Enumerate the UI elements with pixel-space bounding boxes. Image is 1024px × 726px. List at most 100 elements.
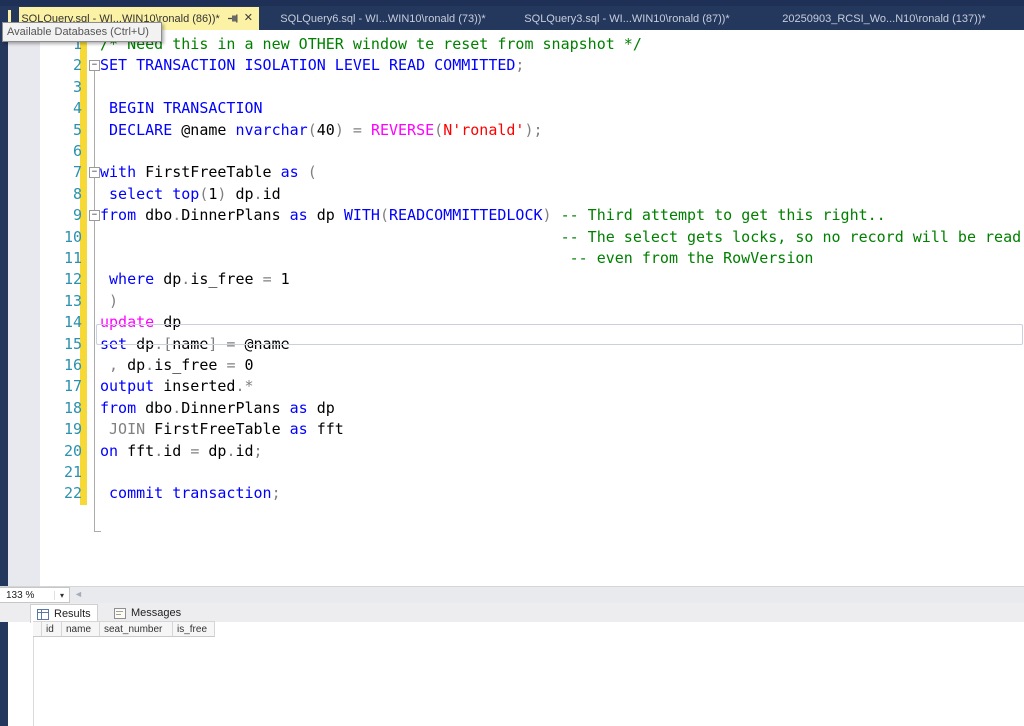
tab-messages[interactable]: Messages — [108, 604, 187, 622]
code-line[interactable]: 10 -- The select gets locks, so no recor… — [8, 227, 1024, 248]
token-num: 40 — [317, 121, 335, 139]
close-icon[interactable]: ✕ — [244, 13, 253, 24]
token-id: inserted — [154, 377, 235, 395]
code-line[interactable]: 20on fft.id = dp.id; — [8, 441, 1024, 462]
grid-column-header-name[interactable]: name — [62, 621, 100, 637]
token-kw: select — [109, 185, 163, 203]
token-op: ; — [515, 56, 524, 74]
fold-collapse-icon[interactable]: − — [89, 167, 100, 178]
code-text: select top(1) dp.id — [100, 184, 281, 205]
outline-region-end-tick — [94, 531, 101, 532]
line-number: 15 — [38, 334, 82, 355]
code-line[interactable]: 7−with FirstFreeTable as ( — [8, 162, 1024, 183]
grid-column-header-id[interactable]: id — [42, 621, 62, 637]
line-number: 10 — [38, 227, 82, 248]
line-number: 17 — [38, 376, 82, 397]
code-line[interactable]: 2−SET TRANSACTION ISOLATION LEVEL READ C… — [8, 55, 1024, 76]
line-number: 12 — [38, 269, 82, 290]
code-line[interactable]: 19 JOIN FirstFreeTable as fft — [8, 419, 1024, 440]
code-text: BEGIN TRANSACTION — [100, 98, 263, 119]
token-id — [100, 484, 109, 502]
token-id: is_free — [154, 356, 226, 374]
token-kw: top — [172, 185, 199, 203]
line-number: 20 — [38, 441, 82, 462]
token-id: is_free — [190, 270, 262, 288]
token-id: dp — [308, 206, 344, 224]
token-id: fft — [308, 420, 344, 438]
code-line[interactable]: 3 — [8, 77, 1024, 98]
token-kw: as — [290, 206, 308, 224]
code-editor[interactable]: 1/* Need this in a new OTHER window te r… — [8, 30, 1024, 586]
code-line[interactable]: 17output inserted.* — [8, 376, 1024, 397]
code-line[interactable]: 8 select top(1) dp.id — [8, 184, 1024, 205]
code-line[interactable]: 13 ) — [8, 291, 1024, 312]
tab-document-2[interactable]: SQLQuery6.sql - WI...WIN10\ronald (73))* — [263, 7, 503, 30]
code-text: , dp.is_free = 0 — [100, 355, 254, 376]
token-kw: output — [100, 377, 154, 395]
line-number: 21 — [38, 462, 82, 483]
code-line[interactable]: 21 — [8, 462, 1024, 483]
code-line[interactable]: 12 where dp.is_free = 1 — [8, 269, 1024, 290]
code-text: /* Need this in a new OTHER window te re… — [100, 34, 642, 55]
tab-document-4[interactable]: 20250903_RCSI_Wo...N10\ronald (137))* — [760, 7, 1008, 30]
token-id: FirstFreeTable — [136, 163, 281, 181]
results-grid-icon — [37, 609, 49, 620]
code-text: -- The select gets locks, so no record w… — [100, 227, 1021, 248]
scrollbar-left-arrow-icon[interactable]: ◄ — [74, 589, 83, 599]
token-id: dp — [226, 185, 253, 203]
tab-document-3[interactable]: SQLQuery3.sql - WI...WIN10\ronald (87))* — [506, 7, 748, 30]
token-id: dbo — [136, 206, 172, 224]
token-op: = — [263, 270, 272, 288]
grid-row-header-cell — [33, 621, 42, 637]
code-line[interactable]: 22 commit transaction; — [8, 483, 1024, 504]
token-op: . — [181, 270, 190, 288]
token-op: . — [172, 206, 181, 224]
chevron-down-icon[interactable]: ▾ — [54, 591, 69, 600]
token-op: ); — [524, 121, 542, 139]
grid-column-header-is-free[interactable]: is_free — [173, 621, 215, 637]
token-id — [100, 420, 109, 438]
token-op: ( — [380, 206, 389, 224]
line-number: 11 — [38, 248, 82, 269]
token-com: /* Need this in a new OTHER window te re… — [100, 35, 642, 53]
line-number: 4 — [38, 98, 82, 119]
current-line-highlight — [96, 324, 1023, 345]
code-line[interactable]: 6 — [8, 141, 1024, 162]
code-line[interactable]: 4 BEGIN TRANSACTION — [8, 98, 1024, 119]
zoom-level-value: 133 % — [0, 590, 54, 601]
token-kw: READCOMMITTEDLOCK — [389, 206, 543, 224]
token-id: DinnerPlans — [181, 399, 289, 417]
code-line[interactable]: 5 DECLARE @name nvarchar(40) = REVERSE(N… — [8, 120, 1024, 141]
token-id: fft — [118, 442, 154, 460]
line-number: 22 — [38, 483, 82, 504]
token-op: JOIN — [109, 420, 145, 438]
token-kw: as — [281, 163, 299, 181]
token-op: ) = — [335, 121, 371, 139]
code-line[interactable]: 18from dbo.DinnerPlans as dp — [8, 398, 1024, 419]
zoom-level-dropdown[interactable]: 133 % ▾ — [0, 587, 70, 603]
token-kw: DECLARE — [109, 121, 172, 139]
token-op: ( — [434, 121, 443, 139]
token-id: id — [263, 185, 281, 203]
line-number: 5 — [38, 120, 82, 141]
code-line[interactable]: 9−from dbo.DinnerPlans as dp WITH(READCO… — [8, 205, 1024, 226]
grid-column-header-seat-number[interactable]: seat_number — [100, 621, 173, 637]
token-op: . — [172, 399, 181, 417]
token-op: ; — [254, 442, 263, 460]
token-id: dp — [308, 399, 335, 417]
pin-icon[interactable] — [227, 13, 238, 24]
horizontal-scrollbar-track[interactable] — [84, 587, 1024, 603]
token-op: . — [145, 356, 154, 374]
code-line[interactable]: 16 , dp.is_free = 0 — [8, 355, 1024, 376]
tab-label: SQLQuery6.sql - WI...WIN10\ronald (73))* — [280, 13, 485, 25]
code-line[interactable]: 11 -- even from the RowVersion — [8, 248, 1024, 269]
token-op: ( — [299, 163, 317, 181]
results-tab-label: Results — [54, 608, 91, 620]
line-number: 19 — [38, 419, 82, 440]
fold-collapse-icon[interactable]: − — [89, 60, 100, 71]
fold-collapse-icon[interactable]: − — [89, 210, 100, 221]
code-text: with FirstFreeTable as ( — [100, 162, 317, 183]
token-op: . — [154, 442, 163, 460]
code-text: from dbo.DinnerPlans as dp — [100, 398, 335, 419]
token-id: dp — [154, 270, 181, 288]
